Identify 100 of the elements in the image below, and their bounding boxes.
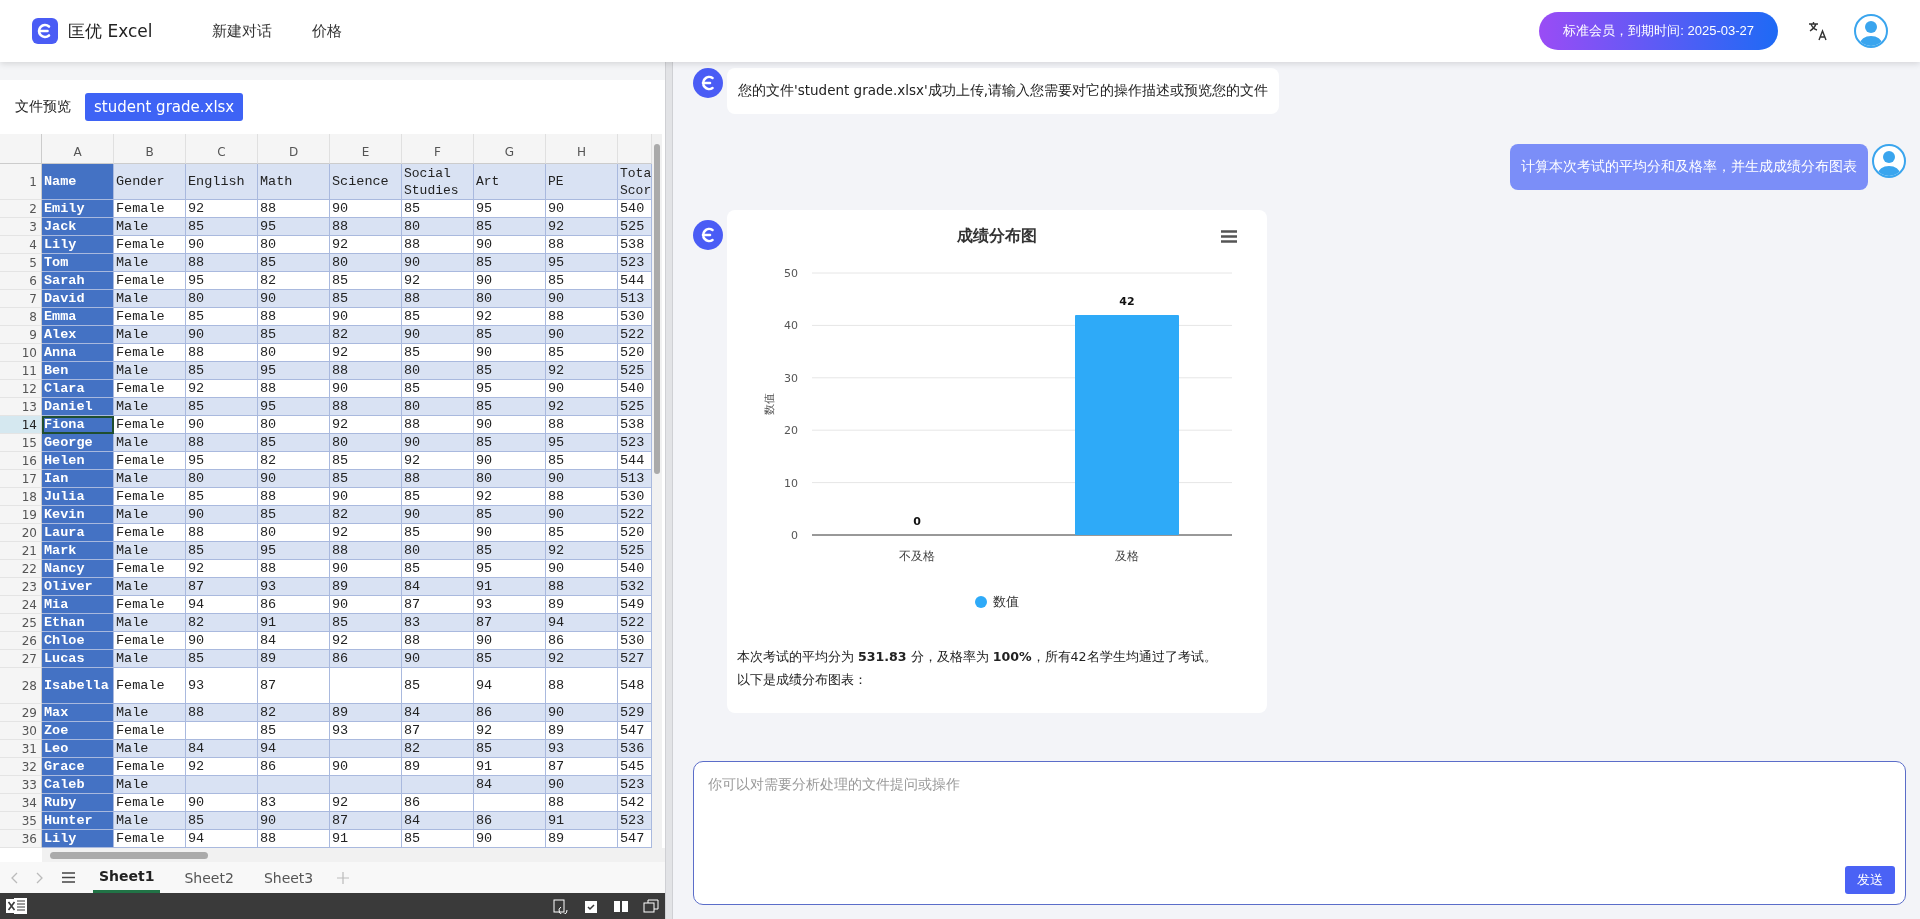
row-header[interactable]: 28 [0,668,42,704]
chat-input-field[interactable]: 你可以对需要分析处理的文件提问或操作 发送 [693,761,1906,905]
sheet-tab[interactable]: Sheet3 [257,862,320,893]
table-cell: Isabella [42,668,114,704]
table-cell: Art [474,164,546,200]
table-cell: 80 [402,362,474,380]
column-header[interactable]: H [546,134,618,164]
table-cell: 90 [330,308,402,326]
table-cell: Clara [42,380,114,398]
row-header[interactable]: 8 [0,308,42,326]
row-header[interactable]: 3 [0,218,42,236]
row-header[interactable]: 15 [0,434,42,452]
tick-label: 10 [784,476,798,490]
table-cell: 85 [474,398,546,416]
table-cell: Lily [42,830,114,848]
row-header[interactable]: 1 [0,164,42,200]
table-cell: 88 [258,200,330,218]
row-header[interactable]: 12 [0,380,42,398]
row-header[interactable]: 31 [0,740,42,758]
table-cell: Nancy [42,560,114,578]
nav-link[interactable]: 新建对话 [212,21,273,41]
horizontal-scrollbar[interactable] [42,848,665,862]
window-icon[interactable] [643,898,659,914]
column-header[interactable]: D [258,134,330,164]
table-cell: 88 [330,362,402,380]
row-header[interactable]: 17 [0,470,42,488]
table-cell: Ben [42,362,114,380]
row-header[interactable]: 14 [0,416,42,434]
column-header[interactable]: E [330,134,402,164]
chevron-left-icon[interactable] [10,871,18,884]
column-header[interactable]: C [186,134,258,164]
row-header[interactable]: 16 [0,452,42,470]
table-cell: Male [114,614,186,632]
table-cell: 85 [402,560,474,578]
data-label: 42 [1119,294,1135,308]
row-header[interactable]: 30 [0,722,42,740]
row-header[interactable]: 24 [0,596,42,614]
row-header[interactable]: 19 [0,506,42,524]
column-header[interactable] [618,134,652,164]
column-header[interactable]: A [42,134,114,164]
row-header[interactable]: 7 [0,290,42,308]
row-header[interactable]: 10 [0,344,42,362]
translate-icon[interactable] [1808,21,1828,41]
row-header[interactable]: 21 [0,542,42,560]
row-header[interactable]: 5 [0,254,42,272]
table-cell: 95 [258,542,330,560]
table-cell: 82 [258,452,330,470]
row-header[interactable]: 22 [0,560,42,578]
table-cell: 85 [330,470,402,488]
table-cell: 87 [330,812,402,830]
row-header[interactable]: 36 [0,830,42,848]
row-header[interactable]: 9 [0,326,42,344]
row-header[interactable]: 33 [0,776,42,794]
select-all-corner[interactable] [0,134,42,164]
table-cell: 90 [330,758,402,776]
table-cell: 87 [474,614,546,632]
menu-icon[interactable] [62,872,75,883]
table-cell: Daniel [42,398,114,416]
table-cell: 88 [258,488,330,506]
row-header[interactable]: 27 [0,650,42,668]
row-header[interactable]: 32 [0,758,42,776]
menu-icon[interactable] [1221,230,1237,243]
table-cell: 85 [474,254,546,272]
nav-link[interactable]: 价格 [312,21,343,41]
legend-label[interactable]: 数值 [993,593,1019,611]
row-header[interactable]: 34 [0,794,42,812]
row-header[interactable]: 26 [0,632,42,650]
table-cell: 540 [618,380,652,398]
column-header[interactable]: B [114,134,186,164]
table-cell: 85 [474,650,546,668]
row-header[interactable]: 6 [0,272,42,290]
column-header[interactable]: G [474,134,546,164]
table-cell: 85 [402,668,474,704]
table-cell: 547 [618,722,652,740]
chevron-right-icon[interactable] [36,871,44,884]
row-header[interactable]: 18 [0,488,42,506]
row-header[interactable]: 23 [0,578,42,596]
vertical-scrollbar[interactable] [652,134,662,848]
row-header[interactable]: 11 [0,362,42,380]
row-header[interactable]: 20 [0,524,42,542]
send-button[interactable]: 发送 [1845,866,1895,894]
membership-button[interactable]: 标准会员，到期时间: 2025-03-27 [1539,12,1778,50]
table-cell: 85 [546,524,618,542]
table-cell: PE [546,164,618,200]
column-header[interactable]: F [402,134,474,164]
table-cell: 86 [330,650,402,668]
row-header[interactable]: 2 [0,200,42,218]
table-cell: Kevin [42,506,114,524]
table-cell: 92 [186,560,258,578]
file-tab[interactable]: student grade.xlsx [85,93,244,121]
row-header[interactable]: 29 [0,704,42,722]
sheet-tab[interactable]: Sheet2 [178,862,240,893]
clipboard-check-icon[interactable] [583,898,599,914]
table-cell: 88 [546,668,618,704]
table-cell: Tota Scor [618,164,652,200]
row-header[interactable]: 25 [0,614,42,632]
row-header[interactable]: 4 [0,236,42,254]
row-header[interactable]: 35 [0,812,42,830]
row-header[interactable]: 13 [0,398,42,416]
plus-icon[interactable] [337,871,350,884]
